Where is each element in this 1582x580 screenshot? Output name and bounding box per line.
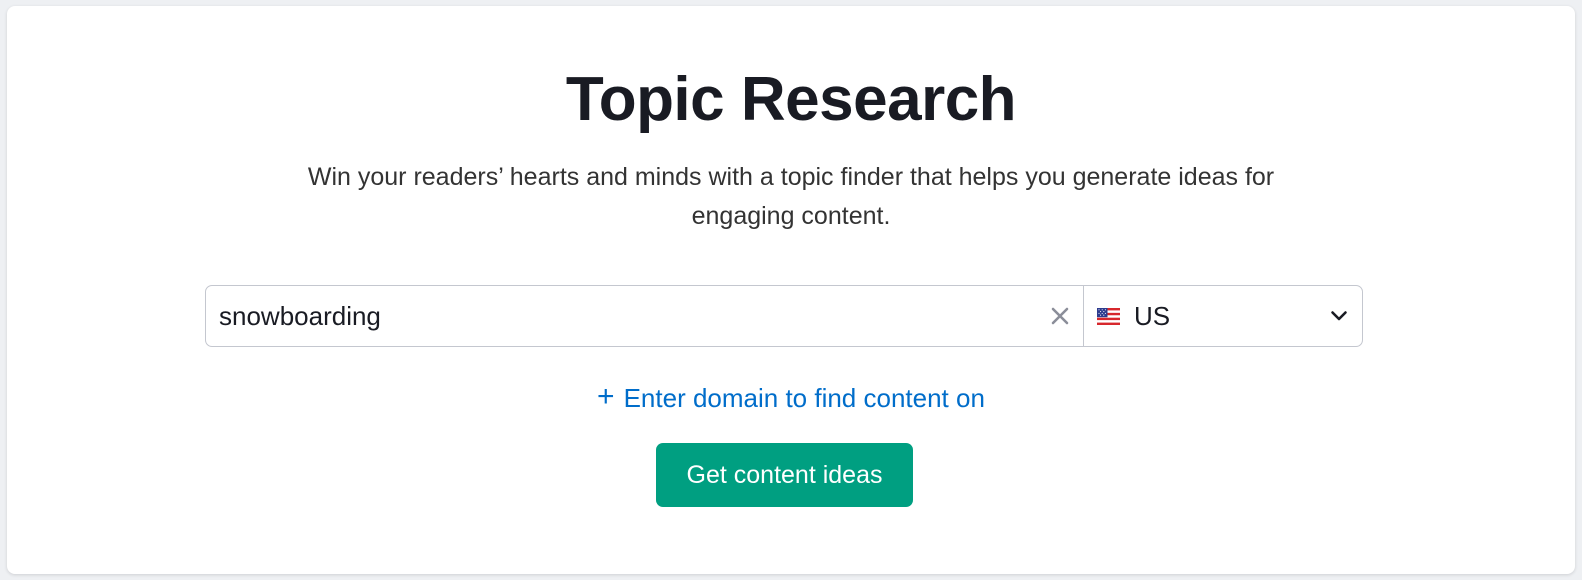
get-content-ideas-button[interactable]: Get content ideas bbox=[656, 443, 913, 507]
clear-search-button[interactable] bbox=[1037, 286, 1083, 346]
close-icon bbox=[1051, 307, 1069, 325]
topic-search-field bbox=[206, 286, 1084, 346]
page-title: Topic Research bbox=[565, 65, 1017, 134]
enter-domain-link[interactable]: + Enter domain to find content on bbox=[7, 378, 1575, 418]
enter-domain-label: Enter domain to find content on bbox=[623, 383, 985, 413]
plus-icon: + bbox=[597, 380, 615, 413]
topic-search-input[interactable] bbox=[219, 286, 1037, 346]
database-select[interactable]: US bbox=[1084, 286, 1362, 346]
search-bar: US bbox=[205, 285, 1363, 347]
us-flag-icon bbox=[1097, 307, 1120, 325]
database-label: US bbox=[1134, 300, 1171, 331]
topic-research-card: Topic Research Win your readers’ hearts … bbox=[7, 6, 1575, 574]
page-subtitle: Win your readers’ hearts and minds with … bbox=[307, 163, 1275, 230]
chevron-down-icon bbox=[1330, 310, 1348, 322]
